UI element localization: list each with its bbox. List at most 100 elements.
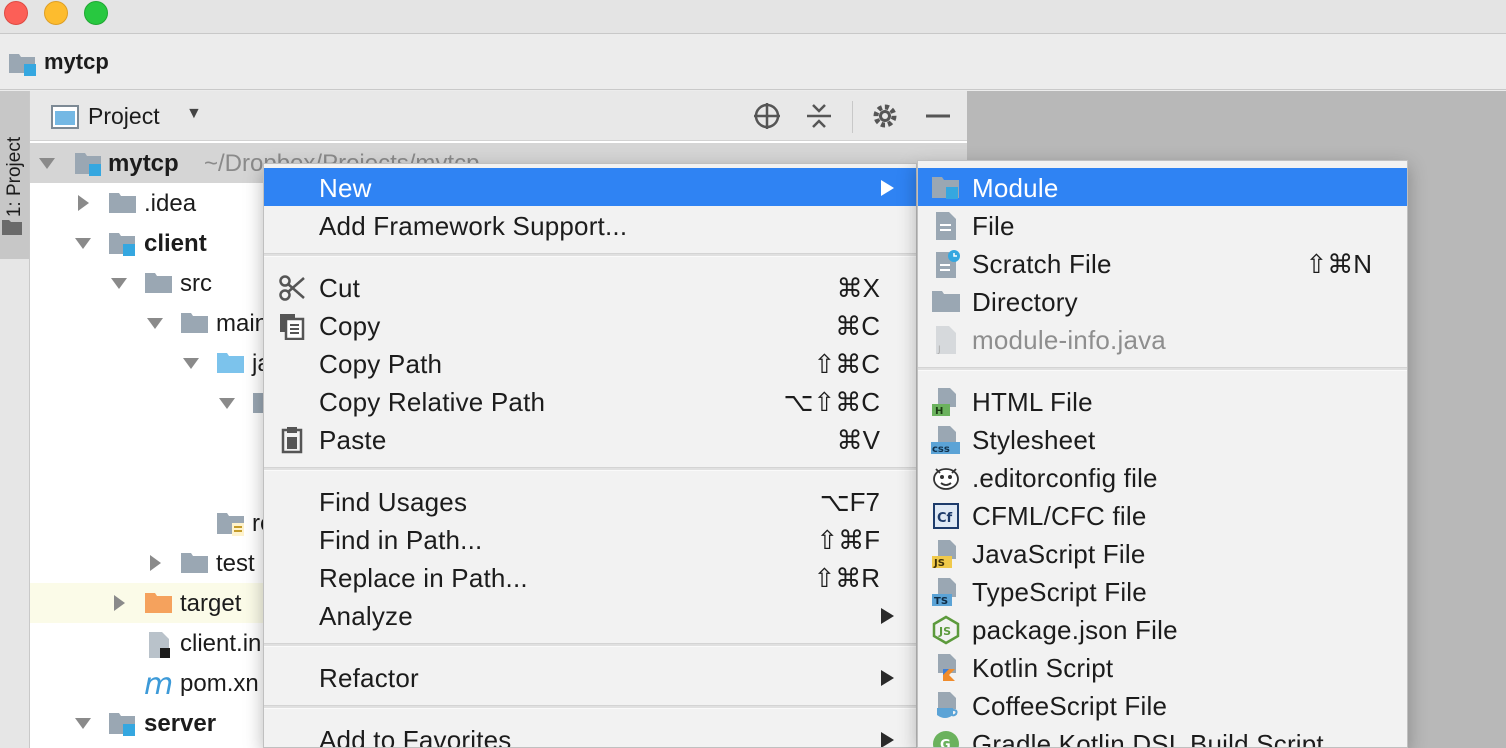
- project-view-selector[interactable]: Project: [88, 103, 160, 130]
- menu-item-cut[interactable]: Cut ⌘X: [264, 268, 916, 306]
- expand-arrow-icon[interactable]: [146, 314, 164, 332]
- menu-separator: [918, 367, 1407, 371]
- chevron-down-icon[interactable]: ▼: [186, 105, 202, 123]
- menu-item-find-usages[interactable]: Find Usages ⌥F7: [264, 482, 916, 520]
- shortcut-text: ⌘V: [836, 425, 880, 455]
- submenu-item-label: CoffeeScript File: [972, 691, 1168, 721]
- submenu-arrow-icon: [881, 670, 894, 686]
- menu-item-paste[interactable]: Paste ⌘V: [264, 420, 916, 458]
- new-submenu: Module File Scratch File ⇧⌘N Directory J…: [917, 160, 1408, 748]
- menu-item-copy-relative-path[interactable]: Copy Relative Path ⌥⇧⌘C: [264, 382, 916, 420]
- svg-text:TS: TS: [934, 596, 948, 607]
- expand-arrow-icon[interactable]: [74, 714, 92, 732]
- submenu-item-stylesheet[interactable]: css Stylesheet: [918, 420, 1407, 458]
- tree-item-label: main: [216, 310, 269, 337]
- editorconfig-icon: [931, 463, 961, 493]
- maximize-window-button[interactable]: [84, 1, 108, 25]
- submenu-item-directory[interactable]: Directory: [918, 282, 1407, 320]
- submenu-item-label: File: [972, 211, 1015, 241]
- js-file-icon: JS: [931, 539, 961, 569]
- clipboard-icon: [278, 426, 306, 454]
- submenu-item-cfml[interactable]: Cf CFML/CFC file: [918, 496, 1407, 534]
- submenu-item-typescript-file[interactable]: TS TypeScript File: [918, 572, 1407, 610]
- submenu-item-file[interactable]: File: [918, 206, 1407, 244]
- submenu-arrow-icon: [881, 608, 894, 624]
- svg-text:J: J: [937, 345, 941, 355]
- java-file-icon: J: [931, 325, 961, 355]
- window-title-bar: [0, 0, 1506, 34]
- folder-icon: [180, 311, 210, 340]
- svg-text:css: css: [932, 444, 950, 455]
- submenu-item-label: Stylesheet: [972, 425, 1096, 455]
- expand-arrow-icon[interactable]: [38, 154, 56, 172]
- submenu-item-scratch-file[interactable]: Scratch File ⇧⌘N: [918, 244, 1407, 282]
- navigation-bar: mytcp: [0, 35, 1506, 90]
- submenu-item-label: TypeScript File: [972, 577, 1147, 607]
- submenu-item-module[interactable]: Module: [918, 168, 1407, 206]
- gear-icon[interactable]: [870, 101, 900, 131]
- submenu-item-module-info: J module-info.java: [918, 320, 1407, 358]
- collapse-arrow-icon[interactable]: [74, 194, 92, 212]
- menu-item-label: Analyze: [319, 601, 413, 631]
- submenu-item-javascript-file[interactable]: JS JavaScript File: [918, 534, 1407, 572]
- menu-item-new[interactable]: New: [264, 168, 916, 206]
- submenu-item-label: Kotlin Script: [972, 653, 1114, 683]
- submenu-item-html-file[interactable]: H HTML File: [918, 382, 1407, 420]
- tree-item-label: client.in: [180, 630, 262, 657]
- submenu-item-package-json[interactable]: JS package.json File: [918, 610, 1407, 648]
- tree-item-label: mytcp: [108, 150, 179, 177]
- excluded-folder-icon: [144, 591, 174, 620]
- module-folder-icon: [931, 173, 961, 203]
- menu-item-label: New: [319, 173, 372, 203]
- menu-item-find-in-path[interactable]: Find in Path... ⇧⌘F: [264, 520, 916, 558]
- close-window-button[interactable]: [4, 1, 28, 25]
- expand-arrow-icon[interactable]: [218, 394, 236, 412]
- menu-item-add-to-favorites[interactable]: Add to Favorites: [264, 720, 916, 747]
- menu-item-refactor[interactable]: Refactor: [264, 658, 916, 696]
- expand-arrow-icon[interactable]: [74, 234, 92, 252]
- hide-panel-icon[interactable]: [923, 101, 953, 131]
- css-file-icon: css: [931, 425, 961, 455]
- collapse-arrow-icon[interactable]: [146, 554, 164, 572]
- submenu-item-label: Gradle Kotlin DSL Build Script: [972, 729, 1324, 748]
- menu-separator: [264, 253, 916, 257]
- submenu-item-gradle-kotlin-dsl[interactable]: G Gradle Kotlin DSL Build Script: [918, 724, 1407, 748]
- kotlin-icon: [931, 653, 961, 683]
- menu-item-label: Paste: [319, 425, 387, 455]
- module-folder-icon: [108, 231, 138, 262]
- expand-arrow-icon[interactable]: [182, 354, 200, 372]
- submenu-arrow-icon: [881, 732, 894, 747]
- tree-item-label: client: [144, 230, 207, 257]
- submenu-item-label: package.json File: [972, 615, 1178, 645]
- breadcrumb[interactable]: mytcp: [44, 49, 109, 75]
- locate-icon[interactable]: [752, 101, 782, 131]
- expand-arrow-icon[interactable]: [110, 274, 128, 292]
- minimize-window-button[interactable]: [44, 1, 68, 25]
- project-tool-tab[interactable]: 1: Project: [0, 91, 29, 259]
- menu-item-add-framework-support[interactable]: Add Framework Support...: [264, 206, 916, 244]
- menu-separator: [264, 705, 916, 709]
- menu-separator: [264, 467, 916, 471]
- shortcut-text: ⌥⇧⌘C: [783, 387, 880, 417]
- menu-item-copy[interactable]: Copy ⌘C: [264, 306, 916, 344]
- submenu-item-kotlin-script[interactable]: Kotlin Script: [918, 648, 1407, 686]
- resources-folder-icon: [216, 511, 246, 542]
- shortcut-text: ⇧⌘F: [816, 525, 880, 555]
- menu-item-analyze[interactable]: Analyze: [264, 596, 916, 634]
- maven-icon: m: [144, 667, 174, 702]
- menu-item-copy-path[interactable]: Copy Path ⇧⌘C: [264, 344, 916, 382]
- collapse-all-icon[interactable]: [804, 101, 834, 131]
- tree-item-label: pom.xn: [180, 670, 259, 697]
- submenu-item-editorconfig[interactable]: .editorconfig file: [918, 458, 1407, 496]
- scissors-icon: [278, 274, 306, 302]
- context-menu: New Add Framework Support... Cut ⌘X Copy…: [263, 163, 917, 748]
- menu-item-label: Find Usages: [319, 487, 468, 517]
- svg-text:JS: JS: [938, 625, 951, 638]
- submenu-item-coffeescript-file[interactable]: CoffeeScript File: [918, 686, 1407, 724]
- menu-item-label: Add Framework Support...: [319, 211, 628, 241]
- menu-item-replace-in-path[interactable]: Replace in Path... ⇧⌘R: [264, 558, 916, 596]
- collapse-arrow-icon[interactable]: [110, 594, 128, 612]
- nodejs-icon: JS: [931, 615, 961, 645]
- menu-item-label: Copy: [319, 311, 381, 341]
- coffee-icon: [931, 691, 961, 721]
